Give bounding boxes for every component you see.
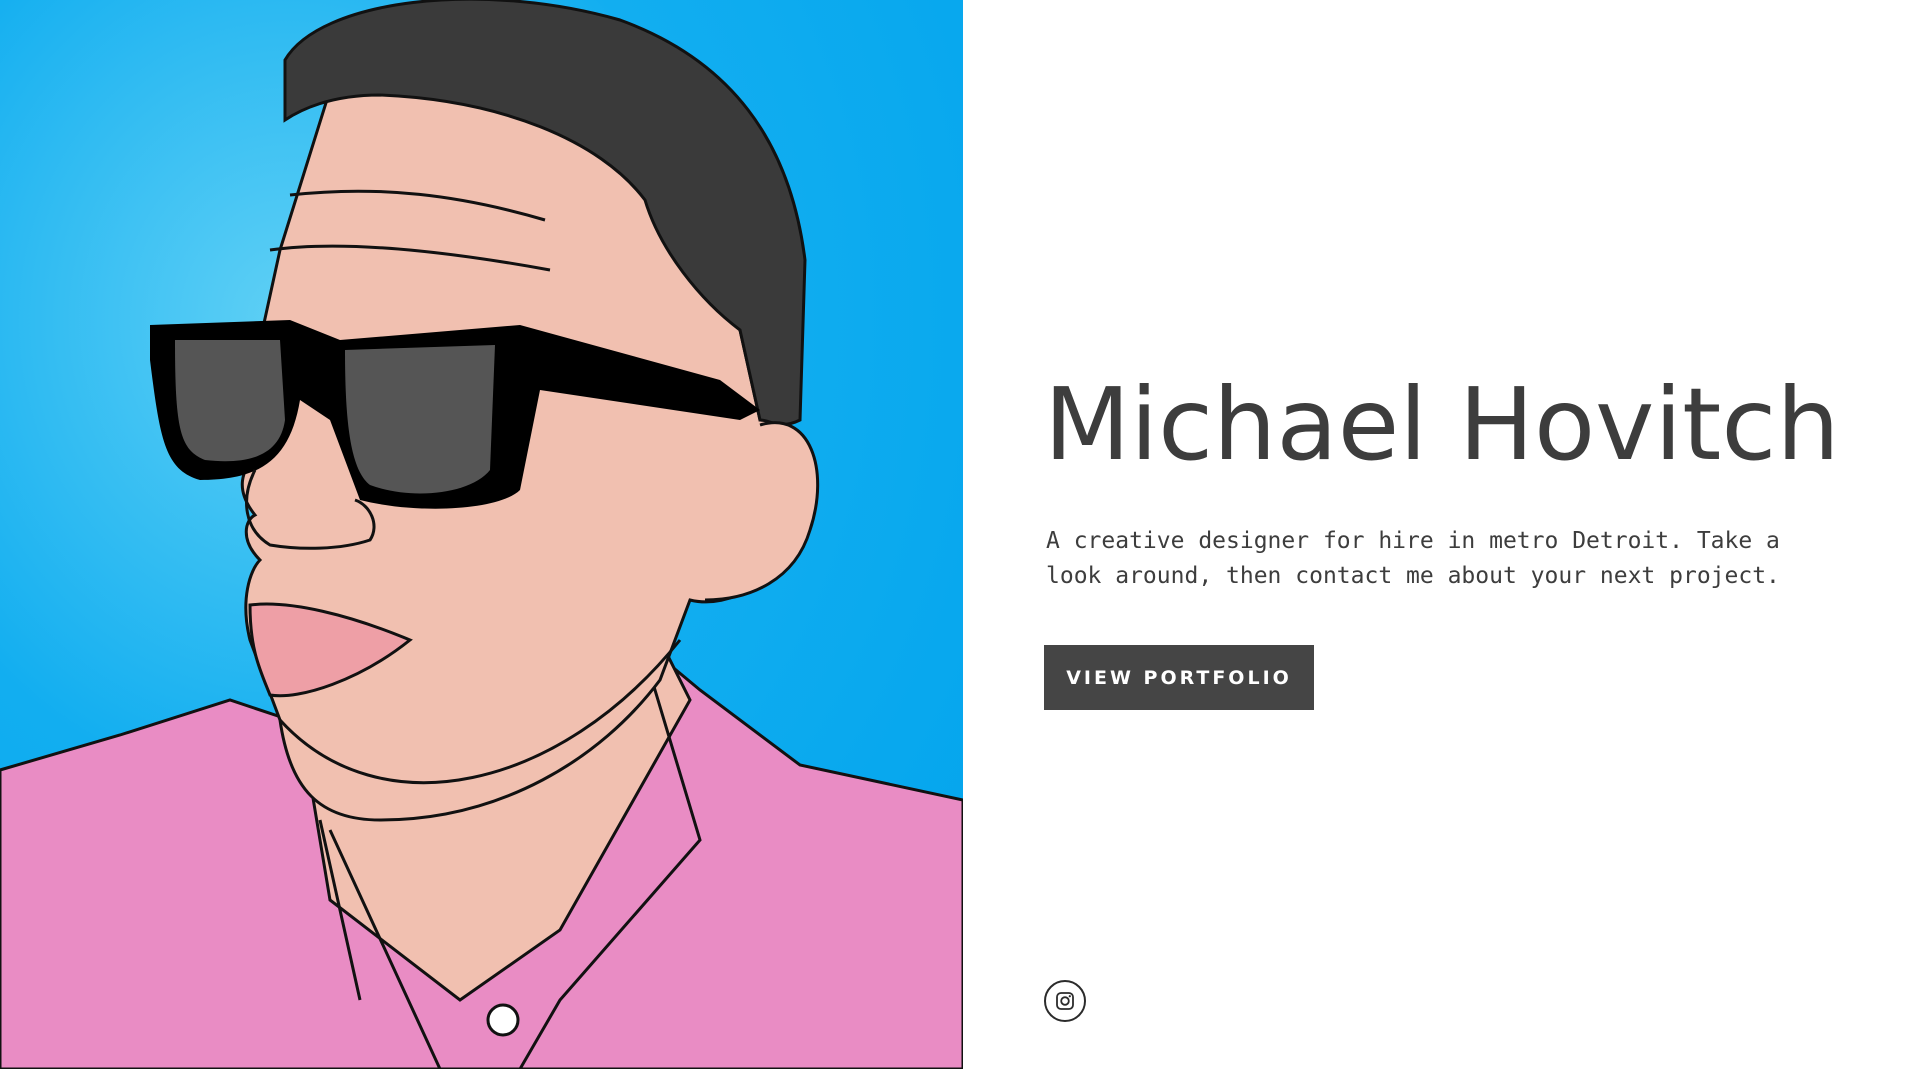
instagram-icon [1056,992,1074,1010]
view-portfolio-button[interactable]: VIEW PORTFOLIO [1044,645,1314,710]
site-title: Michael Hovitch [1044,366,1840,483]
tagline: A creative designer for hire in metro De… [1046,528,1780,589]
portrait-drawing [0,0,963,1069]
portrait-illustration [0,0,963,1069]
instagram-link[interactable] [1044,980,1086,1022]
hero-content: Michael Hovitch A creative designer for … [1044,0,1884,1069]
